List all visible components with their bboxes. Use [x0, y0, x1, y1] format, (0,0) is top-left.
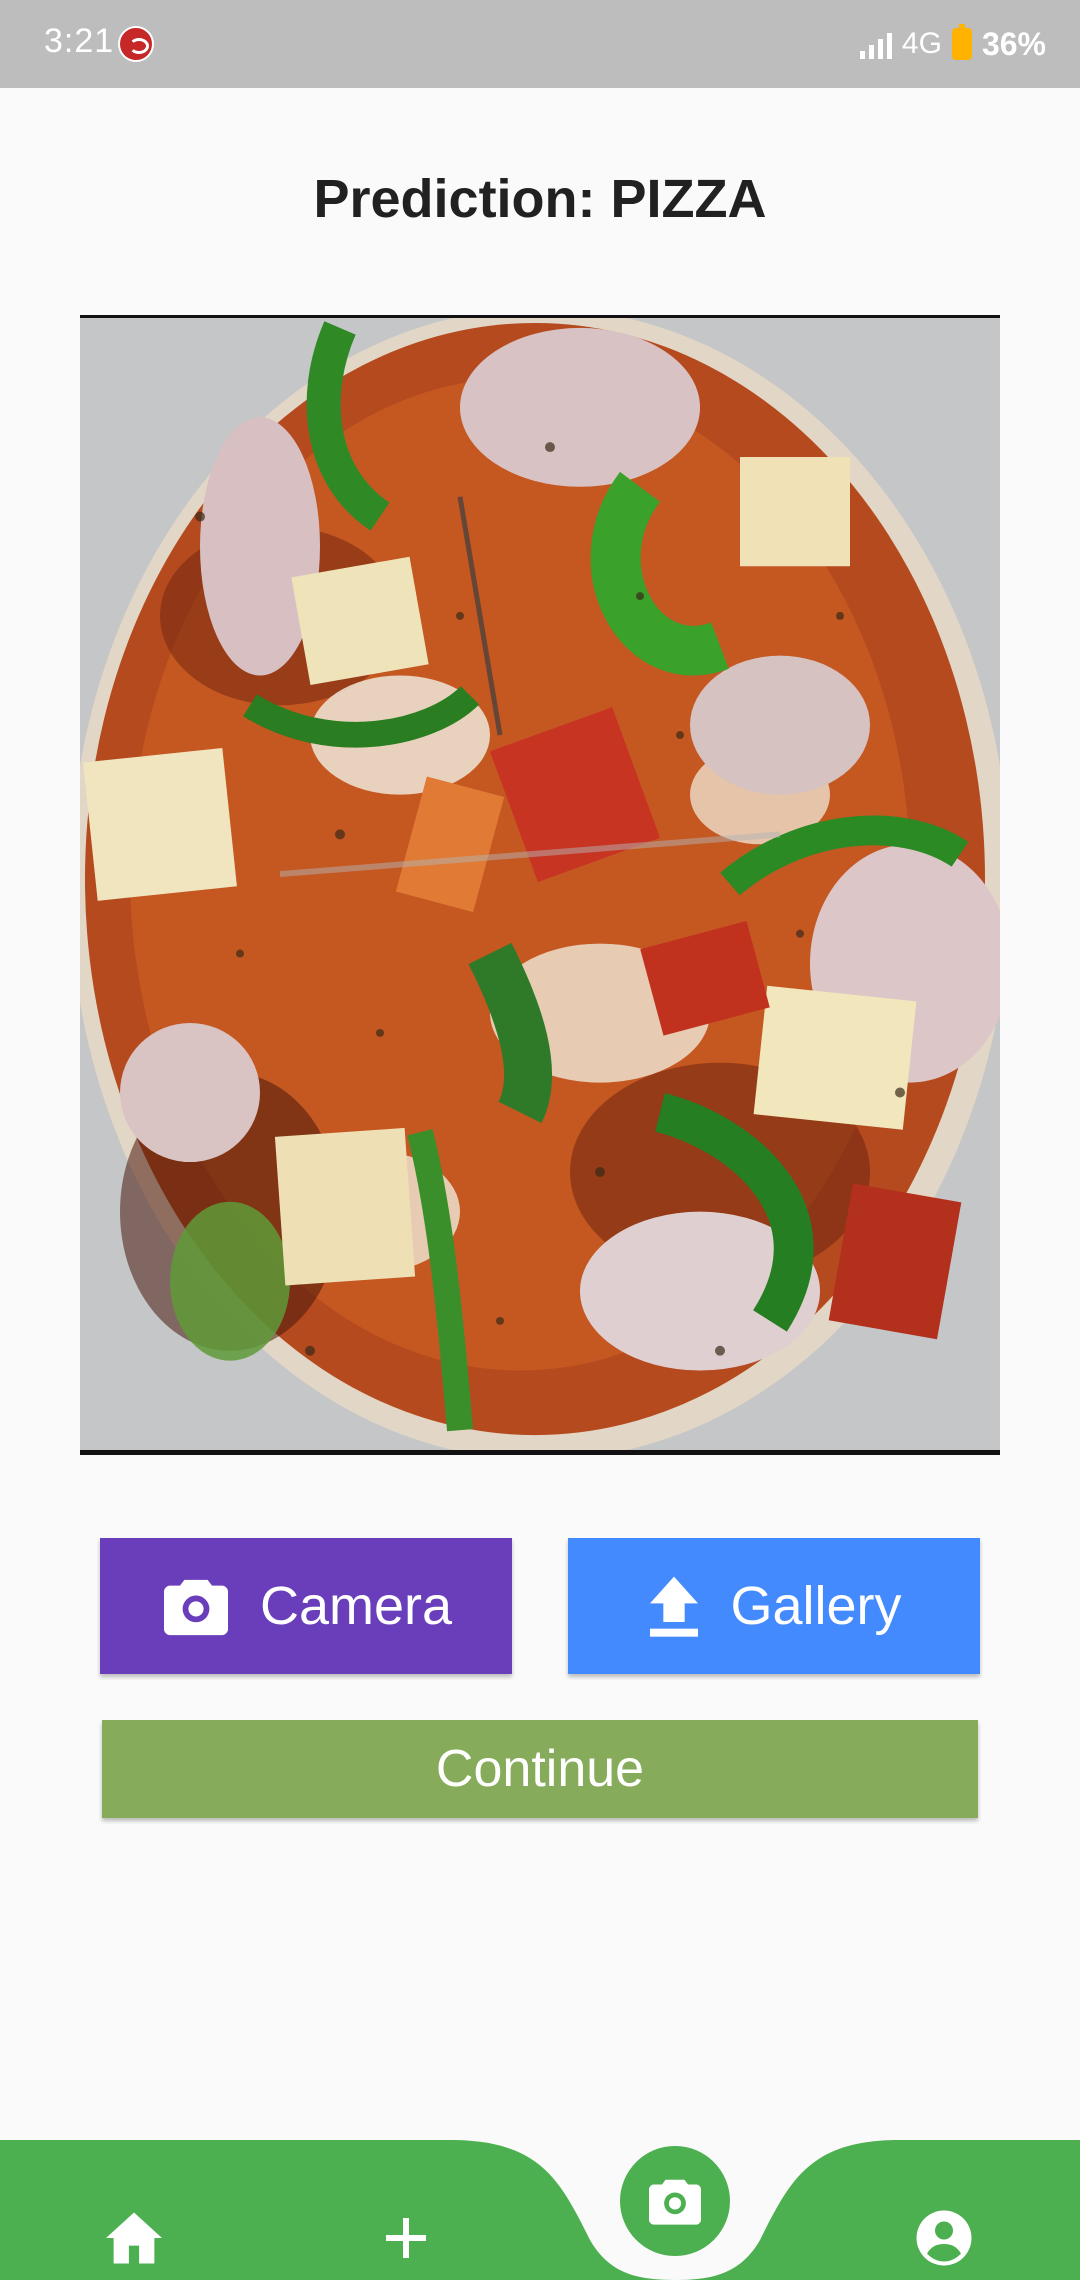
home-icon [106, 2212, 162, 2264]
battery-icon [951, 24, 972, 60]
app-screen: 3:21 4G 36% Prediction: PIZZA Camera Gal… [0, 0, 1080, 2280]
nav-camera[interactable] [620, 2146, 730, 2256]
camera-icon [649, 2179, 701, 2225]
notification-app-icon [118, 26, 154, 62]
gallery-button[interactable]: Gallery [568, 1538, 980, 1674]
continue-button-label: Continue [435, 1740, 645, 1798]
account-circle-icon [916, 2210, 972, 2266]
camera-button-label: Camera [259, 1576, 453, 1636]
status-bar: 3:21 4G 36% [0, 0, 1080, 88]
camera-icon [160, 1574, 232, 1638]
nav-add[interactable] [370, 2202, 442, 2274]
camera-button[interactable]: Camera [100, 1538, 512, 1674]
add-icon [386, 2218, 426, 2258]
nav-profile[interactable] [908, 2202, 980, 2274]
status-indicators: 4G 36% [859, 22, 1046, 66]
battery-level: 36% [981, 25, 1046, 62]
prediction-image [80, 315, 1000, 1455]
status-time: 3:21 [44, 22, 115, 60]
nav-home[interactable] [98, 2202, 170, 2274]
signal-icon [859, 29, 892, 59]
pizza-photo [80, 318, 1000, 1450]
upload-icon [646, 1574, 702, 1638]
network-type: 4G [901, 27, 942, 60]
continue-button[interactable]: Continue [102, 1720, 978, 1818]
prediction-title: Prediction: PIZZA [313, 169, 767, 229]
gallery-button-label: Gallery [730, 1576, 902, 1636]
bottom-navigation [0, 2140, 1080, 2280]
